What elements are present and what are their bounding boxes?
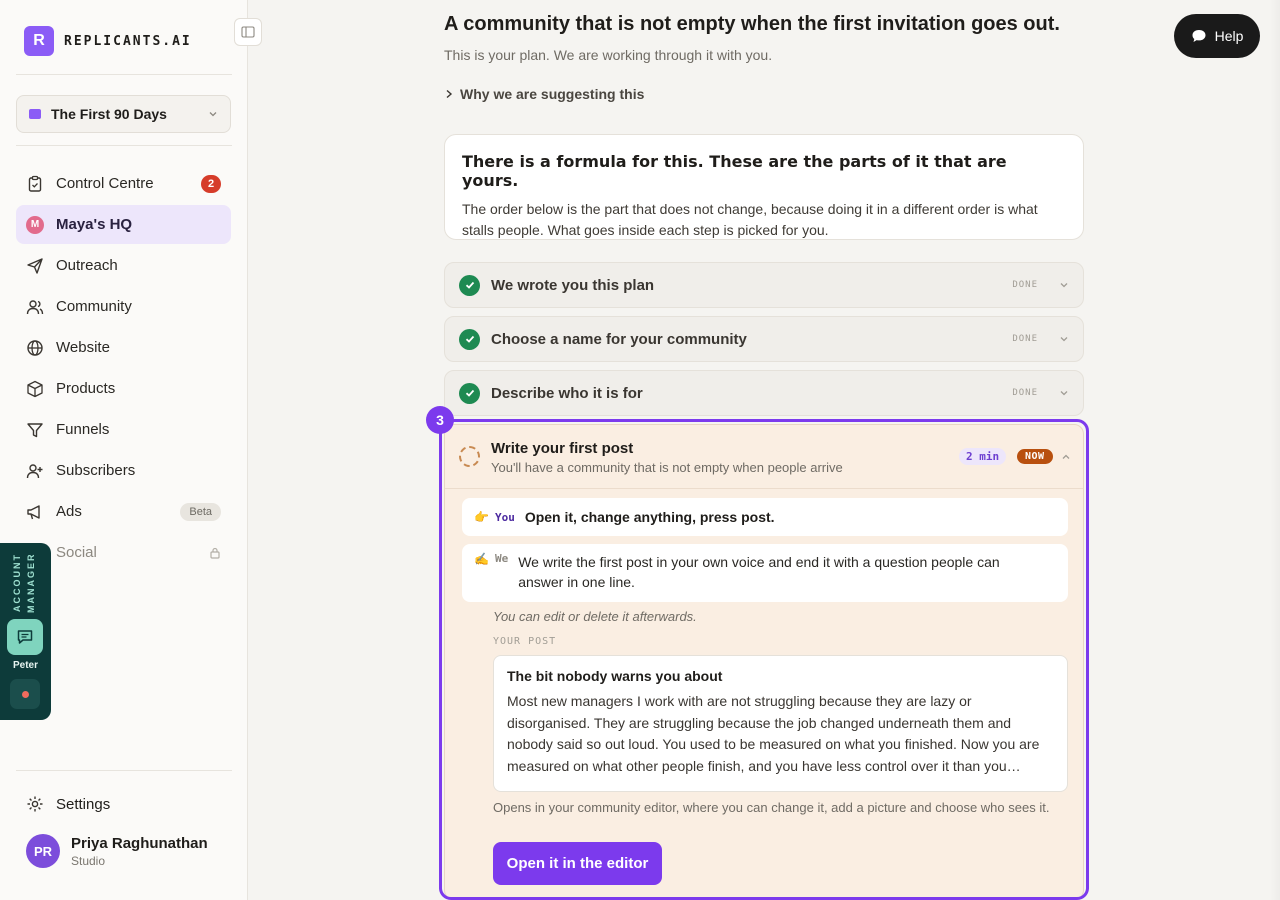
step-row-done[interactable]: Choose a name for your community DONE — [444, 316, 1084, 362]
chevron-down-icon — [209, 112, 217, 117]
divider — [16, 770, 232, 771]
sidebar-item-label: Products — [56, 380, 116, 397]
sidebar-item-label: Social — [56, 544, 97, 561]
sidebar-item-label: Control Centre — [56, 175, 154, 192]
sidebar-item-label: Outreach — [56, 257, 118, 274]
step-row-done[interactable]: We wrote you this plan DONE — [444, 262, 1084, 308]
account-manager-name: Peter — [12, 660, 38, 671]
chevron-down-icon — [1060, 283, 1068, 288]
help-label: Help — [1214, 28, 1244, 44]
account-manager-title: ACCOUNT — [12, 553, 22, 612]
project-select[interactable]: The First 90 Days — [16, 95, 231, 133]
account-manager-dock: ACCOUNT MANAGER Peter — [0, 543, 51, 720]
sidebar-item-products[interactable]: Products — [16, 369, 231, 408]
chat-bubble-icon — [1192, 30, 1206, 42]
beta-badge: Beta — [180, 502, 221, 521]
sidebar-item-website[interactable]: Website — [16, 328, 231, 367]
filter-icon — [26, 421, 44, 439]
brand[interactable]: R REPLICANTS.AI — [24, 26, 192, 56]
why-toggle[interactable]: Why we are suggesting this — [444, 86, 644, 102]
chat-icon — [17, 630, 33, 644]
done-tag: DONE — [1012, 388, 1038, 398]
sidebar-item-label: Website — [56, 339, 110, 356]
lock-icon — [210, 547, 220, 559]
sidebar-item-outreach[interactable]: Outreach — [16, 246, 231, 285]
sidebar-item-label: Subscribers — [56, 462, 136, 479]
account-manager-chat-button[interactable] — [7, 619, 43, 655]
sidebar-item-mayas-hq[interactable]: M Maya's HQ — [16, 205, 231, 244]
page-title: A community that is not empty when the f… — [444, 13, 1060, 35]
done-tag: DONE — [1012, 280, 1038, 290]
sidebar-item-label: Funnels — [56, 421, 110, 438]
notification-badge: 2 — [201, 174, 221, 193]
check-icon — [459, 382, 480, 404]
clipboard-icon — [26, 175, 44, 193]
sidebar-item-label: Maya's HQ — [56, 216, 133, 233]
sidebar-item-community[interactable]: Community — [16, 287, 231, 326]
maya-avatar-letter: M — [26, 215, 44, 234]
step-label: Describe who it is for — [491, 384, 643, 402]
sidebar-toggle-button[interactable] — [234, 18, 262, 46]
step-label: We wrote you this plan — [491, 276, 655, 294]
maya-avatar-icon: M — [26, 215, 44, 234]
send-icon — [26, 257, 44, 275]
divider — [16, 74, 232, 75]
user-name: Priya Raghunathan — [71, 834, 208, 852]
sidebar-item-control-centre[interactable]: Control Centre 2 — [16, 164, 231, 203]
active-step-highlight — [439, 419, 1089, 900]
why-label: Why we are suggesting this — [460, 86, 645, 102]
user-plan: Studio — [71, 853, 106, 868]
step-label: Choose a name for your community — [491, 330, 747, 348]
sidebar-item-ads[interactable]: Ads Beta — [16, 492, 231, 531]
status-dot — [21, 690, 29, 698]
check-icon — [459, 328, 480, 350]
done-tag: DONE — [1012, 334, 1038, 344]
project-label: The First 90 Days — [51, 106, 167, 122]
sidebar-item-funnels[interactable]: Funnels — [16, 410, 231, 449]
page-subtitle: This is your plan. We are working throug… — [444, 47, 773, 63]
sidebar-item-label: Ads — [56, 503, 82, 520]
formula-body: The order below is the part that does no… — [462, 201, 1038, 238]
step-number-badge: 3 — [426, 406, 454, 434]
brand-name: REPLICANTS.AI — [64, 33, 192, 49]
settings-button[interactable]: Settings — [16, 785, 231, 823]
user-profile[interactable]: PR Priya Raghunathan Studio — [26, 834, 208, 868]
chevron-down-icon — [1060, 337, 1068, 342]
brand-logo: R — [24, 26, 54, 56]
sidebar: R REPLICANTS.AI The First 90 Days Contro… — [0, 0, 248, 900]
chevron-right-icon — [446, 89, 453, 99]
account-manager-status[interactable] — [10, 679, 40, 709]
avatar: PR — [26, 834, 60, 868]
users-icon — [26, 298, 44, 316]
divider — [16, 145, 232, 146]
megaphone-icon — [26, 503, 44, 521]
account-manager-title: MANAGER — [26, 552, 36, 614]
sidebar-nav: Control Centre 2 M Maya's HQ Outreach Co… — [16, 164, 231, 574]
check-icon — [459, 274, 480, 296]
step-row-done[interactable]: Describe who it is for DONE — [444, 370, 1084, 416]
formula-title: There is a formula for this. These are t… — [462, 152, 1007, 190]
globe-icon — [26, 339, 44, 357]
sidebar-item-subscribers[interactable]: Subscribers — [16, 451, 231, 490]
chevron-down-icon — [1060, 391, 1068, 396]
formula-card: There is a formula for this. These are t… — [444, 134, 1084, 240]
gear-icon — [27, 796, 43, 812]
box-icon — [26, 380, 44, 398]
settings-label: Settings — [56, 795, 111, 813]
user-plus-icon — [26, 462, 44, 480]
help-button[interactable]: Help — [1174, 14, 1260, 58]
sidebar-toggle-icon — [241, 26, 255, 38]
sidebar-item-label: Community — [56, 298, 132, 315]
scroll-shadow — [1270, 0, 1280, 900]
folder-icon — [29, 109, 41, 119]
